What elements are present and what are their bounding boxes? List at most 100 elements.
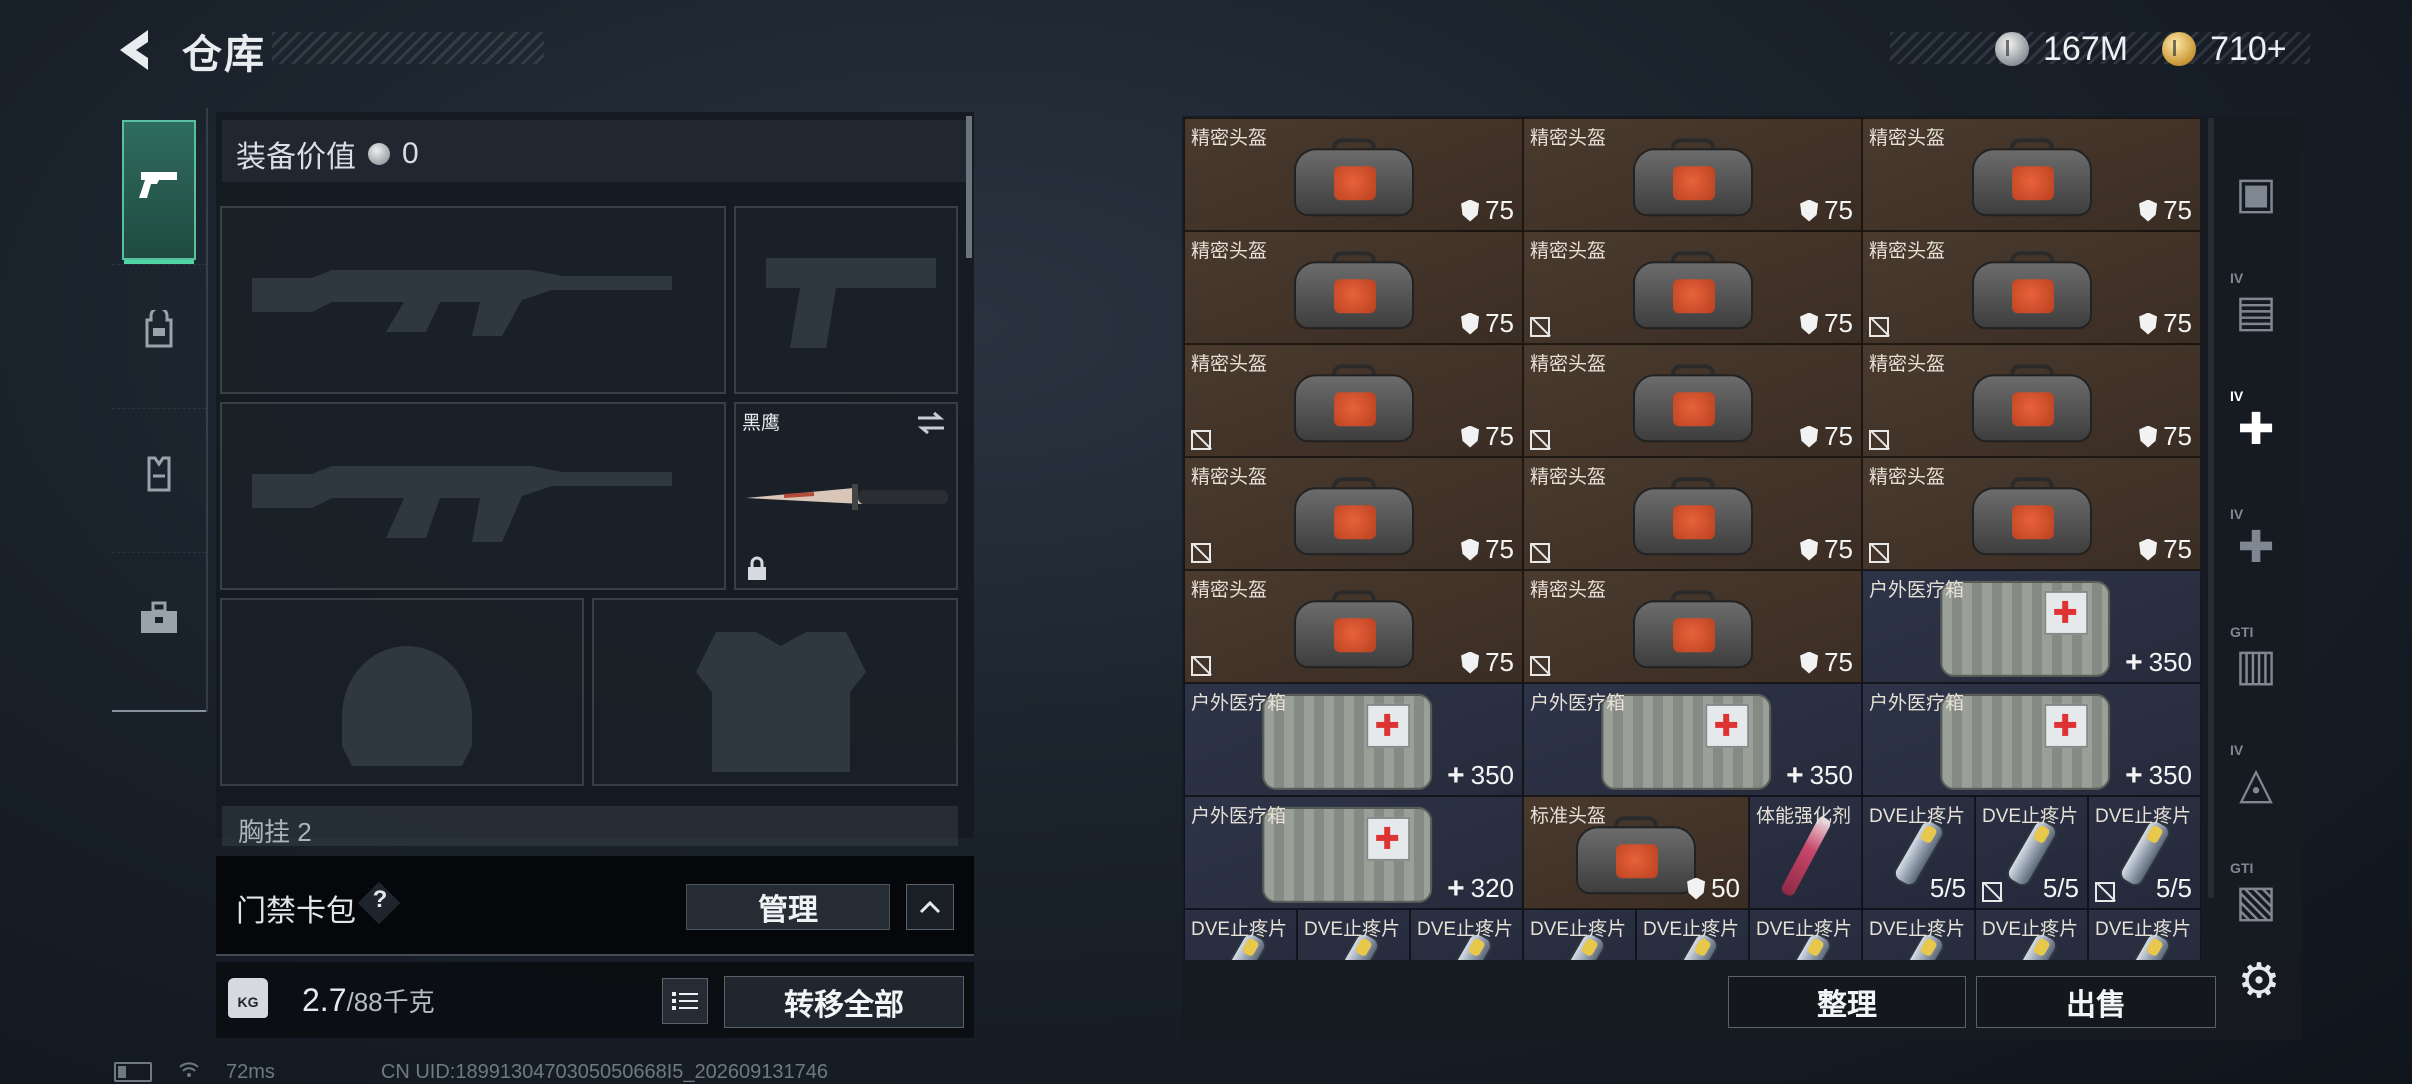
storage-item[interactable]: DVE止疼片 — [1184, 909, 1297, 960]
weight-badge-text: KG — [237, 994, 259, 1010]
storage-item[interactable]: 户外医疗箱 +350 — [1523, 683, 1862, 796]
storage-item-name: 精密头盔 — [1869, 354, 1946, 375]
storage-item-value: 75 — [1800, 647, 1853, 678]
rail-tag: IV — [2230, 388, 2244, 404]
shield-icon — [1800, 312, 1819, 335]
helmet-bag-icon — [1632, 250, 1753, 331]
chest-rig-strip[interactable] — [222, 806, 958, 846]
storage-item-value-text: 5/5 — [2042, 873, 2079, 903]
storage-item[interactable]: 精密头盔 75 — [1184, 344, 1523, 457]
uninsured-icon — [1869, 543, 1889, 563]
secondary-weapon-slot[interactable] — [734, 206, 958, 394]
manage-button[interactable]: 管理 — [686, 884, 890, 930]
heal-plus-icon: + — [2125, 645, 2143, 679]
shield-icon — [2139, 199, 2158, 222]
armor-silhouette-icon — [696, 632, 866, 772]
gear-icon[interactable]: ⚙ — [2234, 955, 2284, 1008]
storage-item[interactable]: DVE止疼片 5/5 — [2088, 796, 2201, 909]
ammo-iv-icon[interactable]: ▤ — [2214, 256, 2298, 366]
weight-icon: KG — [228, 978, 268, 1018]
storage-item[interactable]: 户外医疗箱 +350 — [1862, 683, 2201, 796]
medical-iv-icon[interactable]: ✚ — [2214, 492, 2298, 602]
gti-armor-icon[interactable]: ▧ — [2214, 846, 2298, 956]
chest-rig-label: 胸挂 2 — [238, 817, 312, 847]
storage-item[interactable]: 精密头盔 75 — [1523, 457, 1862, 570]
primary-weapon-slot[interactable] — [220, 206, 726, 394]
storage-item[interactable]: 精密头盔 75 — [1862, 457, 2201, 570]
storage-item[interactable]: 精密头盔 75 — [1523, 570, 1862, 683]
storage-item[interactable]: 标准头盔 50 — [1523, 796, 1749, 909]
storage-item[interactable]: 户外医疗箱 +350 — [1862, 570, 2201, 683]
storage-item[interactable]: DVE止疼片 — [1749, 909, 1862, 960]
storage-item[interactable]: 精密头盔 75 — [1184, 118, 1523, 231]
storage-item[interactable]: 精密头盔 75 — [1184, 457, 1523, 570]
storage-item[interactable]: 精密头盔 75 — [1184, 570, 1523, 683]
melee-slot[interactable]: 黑鹰 — [734, 402, 958, 590]
storage-item-value: 75 — [1461, 195, 1514, 226]
tab-backpack[interactable] — [112, 264, 206, 405]
storage-item-value-text: 75 — [1824, 647, 1853, 677]
uninsured-icon — [1869, 317, 1889, 337]
storage-item[interactable]: DVE止疼片 5/5 — [1975, 796, 2088, 909]
storage-item[interactable]: DVE止疼片 — [1975, 909, 2088, 960]
storage-item-name: 精密头盔 — [1530, 580, 1607, 601]
help-icon[interactable]: ? — [370, 886, 390, 914]
storage-item[interactable]: 精密头盔 75 — [1184, 231, 1523, 344]
storage-item-value: +320 — [1447, 873, 1514, 904]
sort-button[interactable]: 整理 — [1728, 976, 1966, 1028]
storage-item-value-text: 350 — [2148, 760, 2192, 790]
storage-item-value: 5/5 — [2043, 873, 2079, 904]
storage-item-value-text: 350 — [1470, 760, 1514, 790]
sell-button[interactable]: 出售 — [1976, 976, 2216, 1028]
storage-item[interactable]: 精密头盔 75 — [1523, 344, 1862, 457]
helmet-silhouette-icon — [342, 646, 472, 766]
storage-item-name: DVE止疼片 — [1869, 919, 1966, 940]
secondary-rifle-slot[interactable] — [220, 402, 726, 590]
storage-item[interactable]: DVE止疼片 5/5 — [1862, 796, 1975, 909]
back-button[interactable] — [112, 26, 160, 74]
shield-icon — [1461, 538, 1480, 561]
storage-item[interactable]: DVE止疼片 — [1523, 909, 1636, 960]
storage-item[interactable]: DVE止疼片 — [2088, 909, 2201, 960]
storage-item[interactable]: 精密头盔 75 — [1862, 344, 2201, 457]
storage-item[interactable]: DVE止疼片 — [1862, 909, 1975, 960]
storage-item-value-text: 320 — [1470, 873, 1514, 903]
medical-iv-plus-icon[interactable]: ✚ — [2214, 374, 2298, 484]
storage-item[interactable]: DVE止疼片 — [1297, 909, 1410, 960]
storage-item-value-text: 75 — [1485, 195, 1514, 225]
helmet-category-icon[interactable]: ▣ — [2214, 138, 2298, 248]
armor-iv-icon[interactable]: ◬ — [2214, 728, 2298, 838]
tab-weapons[interactable] — [122, 120, 196, 264]
uninsured-icon — [1191, 543, 1211, 563]
equipment-scrollbar[interactable] — [966, 116, 972, 258]
helmet-slot[interactable] — [220, 598, 584, 786]
tab-toolbox[interactable] — [112, 552, 206, 693]
swap-icon[interactable] — [916, 412, 946, 434]
shield-icon — [1687, 877, 1706, 900]
transfer-all-button[interactable]: 转移全部 — [724, 976, 964, 1028]
storage-item-value: 75 — [2139, 308, 2192, 339]
storage-item-value-text: 75 — [1824, 421, 1853, 451]
storage-item[interactable]: 户外医疗箱 +320 — [1184, 796, 1523, 909]
storage-item[interactable]: 精密头盔 75 — [1862, 231, 2201, 344]
storage-item[interactable]: 户外医疗箱 +350 — [1184, 683, 1523, 796]
storage-item[interactable]: 精密头盔 75 — [1523, 118, 1862, 231]
storage-item[interactable]: 体能强化剂 — [1749, 796, 1862, 909]
storage-item-name: 精密头盔 — [1191, 580, 1268, 601]
tab-vest[interactable] — [112, 408, 206, 549]
armor-slot[interactable] — [592, 598, 958, 786]
list-view-button[interactable] — [662, 978, 708, 1024]
storage-item[interactable]: DVE止疼片 — [1410, 909, 1523, 960]
storage-item[interactable]: 精密头盔 75 — [1862, 118, 2201, 231]
storage-item[interactable]: DVE止疼片 — [1636, 909, 1749, 960]
gti-icon[interactable]: ▥ — [2214, 610, 2298, 720]
storage-item[interactable]: 精密头盔 75 — [1523, 231, 1862, 344]
collapse-button[interactable] — [906, 884, 954, 930]
storage-item-value: 75 — [2139, 534, 2192, 565]
shield-icon — [1461, 312, 1480, 335]
storage-item-name: 精密头盔 — [1191, 128, 1268, 149]
uninsured-icon — [2095, 882, 2115, 902]
storage-item-name: 精密头盔 — [1530, 467, 1607, 488]
keycard-label: 门禁卡包 — [236, 895, 356, 928]
storage-item-value: 75 — [2139, 421, 2192, 452]
